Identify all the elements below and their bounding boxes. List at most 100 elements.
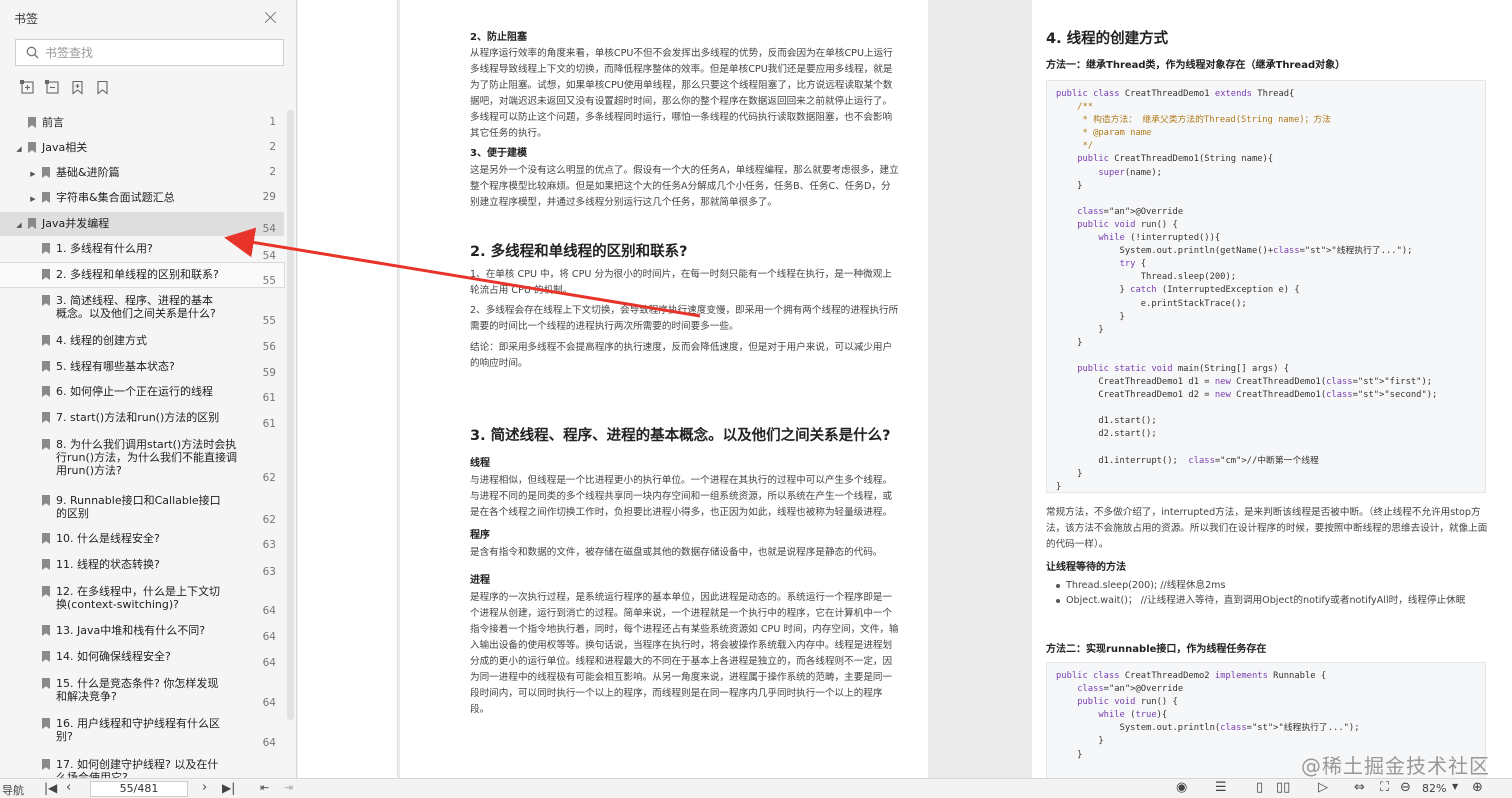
bookmark-item[interactable]: 13. Java中堆和栈有什么不同? 64 bbox=[0, 624, 284, 644]
bookmark-mark-icon bbox=[42, 192, 50, 203]
bookmark-item[interactable]: 5. 线程有哪些基本状态? 59 bbox=[0, 360, 284, 380]
code-line: } bbox=[1056, 324, 1104, 335]
bookmark-mark-icon bbox=[42, 651, 50, 662]
paragraph: 从程序运行效率的角度来看，单核CPU不但不会发挥出多线程的优势，反而会因为在单核… bbox=[470, 48, 893, 139]
bookmark-item[interactable]: 7. start()方法和run()方法的区别 61 bbox=[0, 411, 284, 431]
bookmark-item[interactable]: 3. 简述线程、程序、进程的基本概念。以及他们之间关系是什么? 55 bbox=[0, 294, 284, 328]
forward-icon[interactable]: ⇥ bbox=[284, 781, 293, 794]
bookmark-mark-icon bbox=[42, 295, 50, 306]
code-line: public class CreatThreadDemo1 extends Th… bbox=[1056, 89, 1295, 99]
term-heading: 程序 bbox=[470, 530, 490, 541]
bookmark-mark-icon bbox=[42, 269, 50, 280]
bookmark-item[interactable]: 6. 如何停止一个正在运行的线程 61 bbox=[0, 385, 284, 405]
bookmark-item[interactable]: ▶ 基础&进阶篇 2 bbox=[0, 166, 284, 186]
pdf-page-56: 4. 线程的创建方式 方法一：继承Thread类，作为线程对象存在（继承Thre… bbox=[1032, 0, 1512, 778]
code-line: */ bbox=[1056, 141, 1094, 152]
expanded-arrow-icon[interactable]: ◢ bbox=[14, 217, 24, 232]
zoom-out-icon[interactable]: ⊖ bbox=[1400, 780, 1411, 795]
bookmark-item[interactable]: 16. 用户线程和守护线程有什么区别? 64 bbox=[0, 717, 284, 751]
zoom-dropdown-icon[interactable]: ▼ bbox=[1452, 782, 1458, 791]
paragraph: 这是另外一个没有这么明显的优点了。假设有一个大的任务A，单线程编程，那么就要考虑… bbox=[470, 165, 899, 208]
bookmark-mark-icon bbox=[42, 439, 50, 450]
double-page-icon[interactable]: ▯▯ bbox=[1276, 780, 1290, 795]
document-view[interactable]: 2、防止阻塞 从程序运行效率的角度来看，单核CPU不但不会发挥出多线程的优势，反… bbox=[298, 0, 1512, 778]
next-page-icon[interactable]: › bbox=[202, 780, 207, 795]
expanded-arrow-icon[interactable]: ◢ bbox=[14, 141, 24, 156]
bookmark-mark-icon bbox=[42, 167, 50, 178]
code-line: } bbox=[1056, 337, 1083, 348]
bookmark-item[interactable]: 11. 线程的状态转换? 63 bbox=[0, 558, 284, 578]
bookmark-item[interactable]: 9. Runnable接口和Callable接口的区别 62 bbox=[0, 494, 284, 528]
bookmark-mark-icon bbox=[42, 361, 50, 372]
bookmark-icon[interactable] bbox=[95, 80, 110, 95]
prev-page-icon[interactable]: ‹ bbox=[66, 780, 71, 795]
fit-page-icon[interactable]: ⛶ bbox=[1380, 780, 1389, 795]
code-line: Thread.sleep(200); bbox=[1056, 272, 1237, 283]
bookmark-item[interactable]: ▶ 字符串&集合面试题汇总 29 bbox=[0, 191, 284, 211]
bookmark-item[interactable]: 2. 多线程和单线程的区别和联系? 55 bbox=[0, 262, 285, 288]
paragraph: 是程序的一次执行过程，是系统运行程序的基本单位，因此进程是动态的。系统运行一个程… bbox=[470, 592, 899, 715]
pdf-page-55: 2、防止阻塞 从程序运行效率的角度来看，单核CPU不但不会发挥出多线程的优势，反… bbox=[400, 0, 928, 778]
zoom-in-icon[interactable]: ⊕ bbox=[1472, 780, 1483, 795]
code-line: public void run() { bbox=[1077, 219, 1178, 230]
play-icon[interactable]: ▷ bbox=[1318, 780, 1328, 795]
nav-label[interactable]: 导航 bbox=[2, 782, 24, 798]
last-page-icon[interactable]: ▶| bbox=[222, 781, 235, 795]
bookmark-item[interactable]: ◢ Java相关 2 bbox=[0, 141, 284, 161]
paragraph: 结论：即采用多线程不会提高程序的执行速度，反而会降低速度，但是对于用户来说，可以… bbox=[470, 342, 893, 369]
fit-width-icon[interactable]: ⇔ bbox=[1354, 780, 1365, 795]
code-line: } catch (InterruptedException e) { bbox=[1056, 285, 1300, 296]
question-heading: 4. 线程的创建方式 bbox=[1046, 31, 1169, 47]
first-page-icon[interactable]: |◀ bbox=[44, 781, 57, 795]
code-line: while (true){ bbox=[1098, 710, 1168, 721]
code-line: d2.start(); bbox=[1056, 429, 1157, 440]
bookmark-item[interactable]: 8. 为什么我们调用start()方法时会执行run()方法，为什么我们不能直接… bbox=[0, 438, 284, 484]
bookmark-item[interactable]: 14. 如何确保线程安全? 64 bbox=[0, 650, 284, 670]
paragraph: 2、多线程会存在线程上下文切换，会导致程序执行速度变慢，即采用一个拥有两个线程的… bbox=[470, 305, 899, 332]
sidebar-scrollbar[interactable] bbox=[287, 110, 294, 720]
close-icon[interactable] bbox=[262, 9, 280, 27]
bookmark-mark-icon bbox=[42, 625, 50, 636]
code-line: public class CreatThreadDemo2 implements… bbox=[1056, 671, 1327, 681]
bookmark-sidebar: 书签 前言1 ◢Java相关2 ▶基础&进阶篇2 ▶字符串&集合面试题汇总29 bbox=[0, 0, 297, 778]
bookmark-mark-icon bbox=[42, 386, 50, 397]
collapse-all-icon[interactable] bbox=[45, 80, 60, 95]
page-number-input[interactable]: 55/481 bbox=[90, 781, 188, 797]
single-page-icon[interactable]: ▯ bbox=[1256, 780, 1263, 795]
bookmark-item-selected[interactable]: ◢ Java并发编程 54 bbox=[0, 212, 284, 236]
bookmark-item[interactable]: 4. 线程的创建方式 56 bbox=[0, 334, 284, 354]
back-icon[interactable]: ⇤ bbox=[260, 781, 269, 794]
bookmark-item[interactable]: 10. 什么是线程安全? 63 bbox=[0, 532, 284, 552]
code-line: CreatThreadDemo1 d2 = new CreatThreadDem… bbox=[1056, 390, 1438, 401]
add-bookmark-icon[interactable] bbox=[70, 80, 85, 95]
section-heading: 2、防止阻塞 bbox=[470, 32, 527, 43]
search-icon bbox=[26, 46, 39, 59]
term-heading: 进程 bbox=[470, 575, 490, 586]
bookmark-mark-icon bbox=[42, 412, 50, 423]
code-line: } bbox=[1056, 736, 1104, 747]
bookmark-item[interactable]: 前言 1 bbox=[0, 116, 284, 136]
collapsed-arrow-icon[interactable]: ▶ bbox=[28, 166, 38, 181]
bookmark-item[interactable]: 15. 什么是竞态条件? 你怎样发现和解决竞争? 64 bbox=[0, 677, 284, 711]
bookmark-item[interactable]: 1. 多线程有什么用? 54 bbox=[0, 242, 284, 262]
section-heading: 3、便于建模 bbox=[470, 148, 527, 159]
bookmark-search-input[interactable] bbox=[45, 45, 245, 60]
code-line: System.out.println(getName()+class="st">… bbox=[1056, 246, 1413, 257]
term-heading: 线程 bbox=[470, 458, 490, 469]
bookmark-item[interactable]: 12. 在多线程中，什么是上下文切换(context-switching)? 64 bbox=[0, 585, 284, 619]
wait-methods-list: Thread.sleep(200); //线程休息2ms Object.wait… bbox=[1054, 578, 1494, 608]
bookmark-search-box[interactable] bbox=[15, 39, 284, 66]
code-line: public CreatThreadDemo1(String name){ bbox=[1077, 154, 1274, 165]
list-item: Object.wait()； //让线程进入等待，直到调用Object的noti… bbox=[1054, 593, 1494, 608]
bookmark-item[interactable]: 17. 如何创建守护线程? 以及在什么场合使用它? bbox=[0, 758, 284, 778]
method-heading: 方法二：实现runnable接口，作为线程任务存在 bbox=[1046, 644, 1267, 655]
zoom-level[interactable]: 82% bbox=[1422, 782, 1446, 795]
eye-protect-icon[interactable]: ◉ bbox=[1176, 780, 1187, 795]
collapsed-arrow-icon[interactable]: ▶ bbox=[28, 191, 38, 206]
expand-all-icon[interactable] bbox=[20, 80, 35, 95]
code-line: } bbox=[1056, 481, 1062, 492]
continuous-scroll-icon[interactable]: ☰ bbox=[1215, 780, 1227, 795]
bookmark-toolbar bbox=[0, 66, 296, 108]
code-block-thread: public class CreatThreadDemo1 extends Th… bbox=[1046, 80, 1486, 493]
